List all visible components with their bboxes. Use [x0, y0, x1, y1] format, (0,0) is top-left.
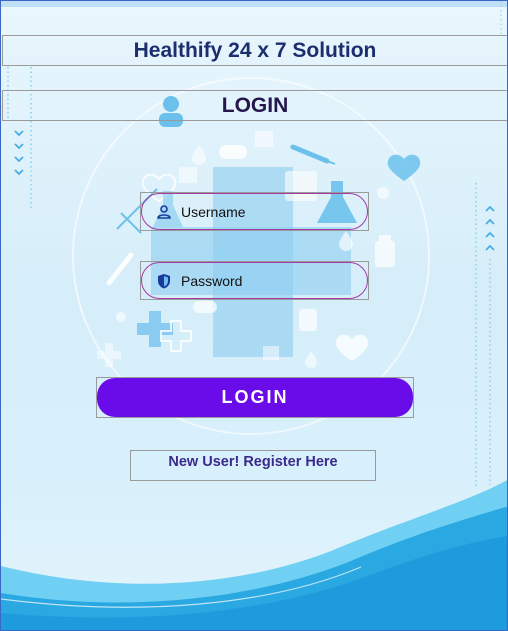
screen-title: LOGIN	[221, 94, 289, 117]
password-placeholder: Password	[181, 272, 243, 289]
app-title-bar: Healthify 24 x 7 Solution	[2, 35, 507, 66]
password-field[interactable]: Password	[140, 261, 369, 300]
top-strip	[1, 1, 507, 7]
chevron-up-icon	[485, 205, 495, 251]
password-input[interactable]: Password	[141, 262, 368, 299]
user-icon	[156, 204, 172, 220]
register-link[interactable]: New User! Register Here	[130, 450, 376, 481]
login-button[interactable]: LOGIN	[97, 378, 413, 417]
shield-lock-icon	[156, 273, 172, 289]
username-placeholder: Username	[181, 203, 246, 220]
login-button-frame[interactable]: LOGIN	[96, 377, 414, 418]
app-title: Healthify 24 x 7 Solution	[133, 39, 377, 62]
login-screen: Healthify 24 x 7 Solution LOGIN Username	[0, 0, 508, 631]
screen-title-bar: LOGIN	[2, 90, 507, 121]
username-input[interactable]: Username	[141, 193, 368, 230]
chevron-down-icon	[14, 130, 24, 176]
username-field[interactable]: Username	[140, 192, 369, 231]
